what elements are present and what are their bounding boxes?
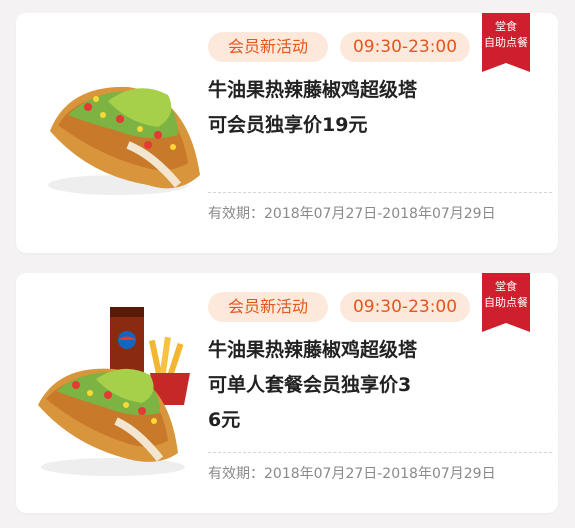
- time-range-tag: 09:30-23:00: [340, 32, 470, 62]
- ribbon-line2: 自助点餐: [484, 36, 528, 49]
- dashed-divider: [208, 452, 552, 453]
- dine-in-ribbon: 堂食 自助点餐: [482, 13, 530, 72]
- validity-period: 有效期：2018年07月27日-2018年07月29日: [208, 206, 496, 222]
- taco-image: [48, 86, 200, 195]
- dashed-divider: [208, 192, 552, 193]
- dine-in-ribbon: 堂食 自助点餐: [482, 273, 530, 332]
- taco-combo-image: [38, 307, 190, 476]
- coupon-card[interactable]: 会员新活动 09:30-23:00 堂食 自助点餐 牛油果热辣藤椒鸡超级塔可单人…: [16, 273, 564, 513]
- validity-period: 有效期：2018年07月27日-2018年07月29日: [208, 466, 496, 482]
- coupon-card[interactable]: 会员新活动 09:30-23:00 堂食 自助点餐 牛油果热辣藤椒鸡超级塔可会员…: [16, 13, 564, 253]
- member-activity-tag: 会员新活动: [208, 32, 328, 62]
- ribbon-line1: 堂食: [495, 20, 517, 33]
- member-activity-tag: 会员新活动: [208, 292, 328, 322]
- ribbon-line1: 堂食: [495, 280, 517, 293]
- time-range-tag: 09:30-23:00: [340, 292, 470, 322]
- ribbon-line2: 自助点餐: [484, 296, 528, 309]
- coupon-title: 牛油果热辣藤椒鸡超级塔可会员独享价19元: [208, 79, 418, 136]
- coupon-title: 牛油果热辣藤椒鸡超级塔可单人套餐会员独享价36元: [208, 339, 418, 431]
